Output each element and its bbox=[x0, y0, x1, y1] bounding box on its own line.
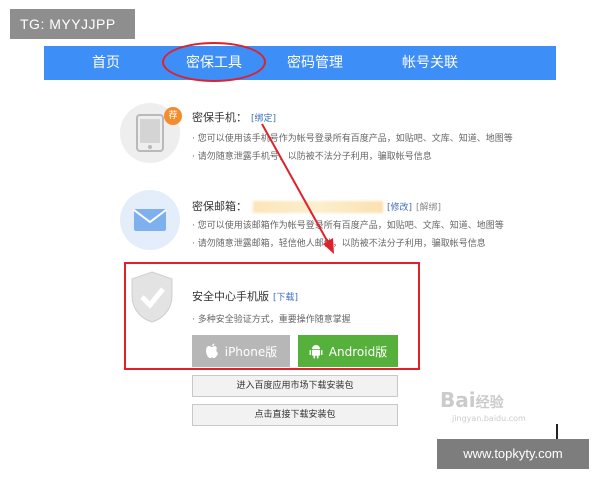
secure-email-section: 密保邮箱： [修改] [解绑] · 您可以使用该邮箱作为帐号登录所有百度产品，如贴吧… bbox=[120, 190, 540, 260]
tab-password-management[interactable]: 密码管理 bbox=[260, 46, 370, 80]
iphone-download-button[interactable]: iPhone版 bbox=[192, 335, 290, 367]
red-highlight-circle bbox=[162, 42, 266, 82]
edit-email-link[interactable]: [修改] bbox=[387, 203, 412, 213]
mobile-app-label: 安全中心手机版 bbox=[192, 290, 269, 303]
baidu-jingyan-watermark: Bai经验 bbox=[440, 388, 504, 412]
watermark-url: jingyan.baidu.com bbox=[452, 414, 526, 423]
tab-security-tools[interactable]: 密保工具 bbox=[162, 42, 266, 82]
iphone-button-label: iPhone版 bbox=[224, 344, 278, 359]
secure-email-title: 密保邮箱： [修改] [解绑] bbox=[192, 198, 441, 214]
mail-icon bbox=[120, 190, 180, 250]
recommend-badge: 荐 bbox=[164, 107, 182, 125]
bind-phone-link[interactable]: [绑定] bbox=[251, 114, 276, 124]
tg-watermark-badge: TG: MYYJJPP bbox=[10, 9, 135, 39]
site-url-badge: www.topkyty.com bbox=[437, 439, 589, 469]
direct-download-button[interactable]: 点击直接下载安装包 bbox=[192, 404, 398, 426]
tab-home[interactable]: 首页 bbox=[44, 46, 168, 80]
secure-phone-title: 密保手机： [绑定] bbox=[192, 109, 276, 125]
apple-icon bbox=[205, 343, 218, 358]
shield-icon bbox=[130, 270, 174, 324]
top-nav-bar: 首页 密保工具 密码管理 帐号关联 bbox=[44, 42, 556, 82]
tab-account-linking[interactable]: 帐号关联 bbox=[370, 46, 490, 80]
android-download-button[interactable]: Android版 bbox=[298, 335, 398, 367]
secure-email-desc-2: · 请勿随意泄露邮箱，轻信他人邮件，以防被不法分子利用，骗取帐号信息 bbox=[192, 239, 486, 249]
android-button-label: Android版 bbox=[328, 344, 388, 359]
mobile-app-desc: · 多种安全验证方式，重要操作随意掌握 bbox=[192, 315, 351, 325]
text-cursor bbox=[556, 424, 558, 440]
app-market-download-button[interactable]: 进入百度应用市场下载安装包 bbox=[192, 375, 398, 397]
secure-email-desc-1: · 您可以使用该邮箱作为帐号登录所有百度产品，如贴吧、文库、知道、地图等 bbox=[192, 221, 504, 231]
secure-phone-label: 密保手机： bbox=[192, 111, 247, 124]
secure-phone-desc-2: · 请勿随意泄露手机号，以防被不法分子利用，骗取帐号信息 bbox=[192, 152, 432, 162]
android-icon bbox=[309, 345, 323, 359]
download-app-link[interactable]: [下载] bbox=[273, 293, 298, 303]
mobile-app-title: 安全中心手机版 [下载] bbox=[192, 288, 298, 304]
unbind-email-link[interactable]: [解绑] bbox=[416, 203, 441, 213]
secure-email-label: 密保邮箱： bbox=[192, 200, 247, 213]
secure-phone-section: 荐 密保手机： [绑定] · 您可以使用该手机号作为帐号登录所有百度产品，如贴吧、… bbox=[120, 103, 540, 173]
secure-phone-desc-1: · 您可以使用该手机号作为帐号登录所有百度产品，如贴吧、文库、知道、地图等 bbox=[192, 134, 513, 144]
blurred-email-value bbox=[253, 201, 383, 213]
